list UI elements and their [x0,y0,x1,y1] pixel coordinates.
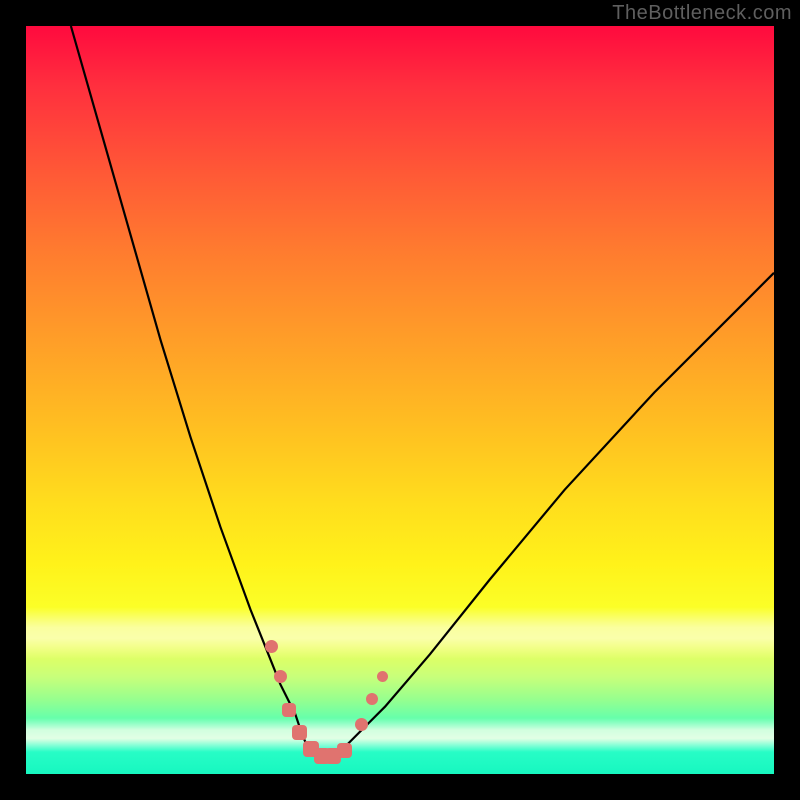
curve-marker [292,725,307,740]
watermark-text: TheBottleneck.com [612,2,792,25]
curve-marker [377,671,388,682]
bottleneck-curve-path [71,26,774,759]
curve-marker [337,743,352,758]
curve-marker [274,670,287,683]
chart-plot-area [26,26,774,774]
curve-marker [282,703,296,717]
curve-marker [355,718,368,731]
bottleneck-curve [26,26,774,774]
